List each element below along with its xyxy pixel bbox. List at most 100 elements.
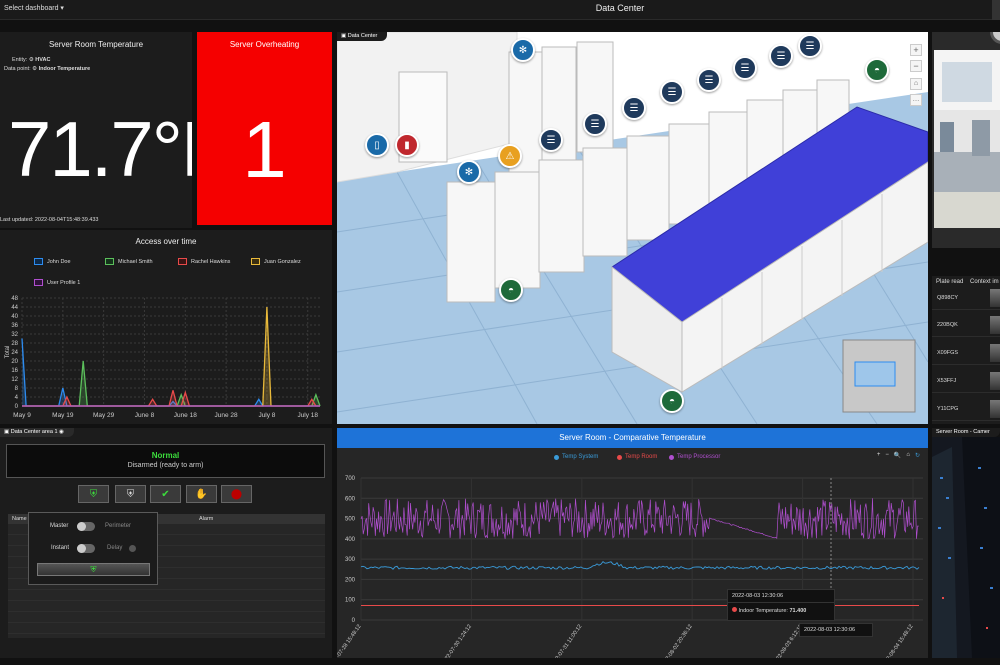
lpr-panel: Plate read Context im Q898CY 220BQK X09F… xyxy=(932,276,1000,424)
plate-value: 220BQK xyxy=(937,322,958,328)
overheating-count: 1 xyxy=(242,105,287,194)
more-button[interactable]: … xyxy=(910,94,922,106)
x-tick-label: June 8 xyxy=(135,412,155,419)
top-bar: Select dashboard ▾ Data Center xyxy=(0,0,1000,20)
shield-check-icon: ⛨ xyxy=(89,488,98,500)
y-tick-label: 32 xyxy=(11,332,18,338)
door-icon[interactable]: ▮ xyxy=(395,133,419,157)
access-reader-icon[interactable]: ▯ xyxy=(365,133,389,157)
siren-icon: ⬤ xyxy=(230,488,243,500)
server-icon[interactable]: ☰ xyxy=(539,128,563,152)
y-tick-label: 20 xyxy=(11,359,18,365)
tooltip-time: 2022-08-03 12:30:06 xyxy=(728,590,834,603)
y-tick-label: 700 xyxy=(345,476,356,482)
col-name: Name xyxy=(12,516,27,522)
overheating-title: Server Overheating xyxy=(229,40,300,49)
trigger-button[interactable]: ✋ xyxy=(186,485,217,503)
y-tick-label: 4 xyxy=(15,395,19,401)
server-icon[interactable]: ☰ xyxy=(697,68,721,92)
server-icon[interactable]: ☰ xyxy=(769,44,793,68)
hand-icon: ✋ xyxy=(195,488,208,500)
plate-value: X09FGS xyxy=(937,350,959,356)
x-tick-label: May 29 xyxy=(93,412,115,419)
status-label: Normal xyxy=(151,451,180,460)
series-line xyxy=(22,306,320,407)
camera-icon[interactable]: ◓ xyxy=(865,58,889,82)
server-icon[interactable]: ☰ xyxy=(798,34,822,58)
fan-icon[interactable]: ✻ xyxy=(457,160,481,184)
fan-icon[interactable]: ✻ xyxy=(511,38,535,62)
server-icon[interactable]: ☰ xyxy=(660,80,684,104)
camera-feed[interactable] xyxy=(932,32,1000,248)
zoom-in-button[interactable]: + xyxy=(910,44,922,56)
y-tick-label: 16 xyxy=(11,368,18,374)
x-tick-label: July 8 xyxy=(258,412,275,419)
confirm-arm-button[interactable]: ⛨ xyxy=(37,563,150,576)
camera2-tab[interactable]: Server Room - Camer xyxy=(932,428,1000,437)
area-icon: ▣ xyxy=(4,429,10,435)
intrusion-tab[interactable]: ▣ Data Center area 1 ◉ xyxy=(0,428,74,437)
y-tick-label: 8 xyxy=(15,386,19,392)
table-row[interactable]: Y11CPG xyxy=(932,398,1000,421)
y-tick-label: 12 xyxy=(11,377,18,383)
y-tick-label: 100 xyxy=(345,598,356,604)
plate-value: X53FFJ xyxy=(937,378,957,384)
table-row[interactable]: X53FFJ xyxy=(932,370,1000,393)
table-row[interactable]: 220BQK xyxy=(932,314,1000,337)
y-tick-label: 600 xyxy=(345,496,356,502)
server-icon[interactable]: ☰ xyxy=(733,56,757,80)
camera2-video xyxy=(932,437,1000,658)
context-image xyxy=(990,344,1000,362)
y-tick-label: 28 xyxy=(11,341,18,347)
master-toggle[interactable] xyxy=(77,522,95,531)
access-chart: 04812162024283236404448May 9 May 19 May 29… xyxy=(5,296,321,419)
series-area xyxy=(22,307,320,406)
window-control[interactable] xyxy=(992,0,1000,20)
context-image xyxy=(990,316,1000,334)
context-image xyxy=(990,400,1000,418)
eye-icon: ◉ xyxy=(59,429,64,435)
warning-icon[interactable]: ⚠ xyxy=(498,144,522,168)
hvac-icon: ⚙ xyxy=(28,57,34,63)
dashboard-title: Data Center xyxy=(595,3,645,13)
x-tick-label: May 9 xyxy=(13,412,31,419)
last-updated: Last updated: 2022-08-04T15:48:39.433 xyxy=(0,217,99,223)
disarm-button[interactable]: ✔ xyxy=(150,485,181,503)
x-tick-label: June 28 xyxy=(215,412,239,419)
camera-icon[interactable]: ◓ xyxy=(660,389,684,413)
delay-label: Delay xyxy=(107,545,123,551)
instant-toggle[interactable] xyxy=(77,544,95,553)
arm-master-button[interactable]: ⛨ xyxy=(78,485,109,503)
master-label: Master xyxy=(50,523,69,529)
perimeter-label: Perimeter xyxy=(105,523,132,529)
temperature-value: 71.7°F xyxy=(8,105,192,193)
entity-value: HVAC xyxy=(35,57,51,63)
alarm-button[interactable]: ⬤ xyxy=(221,485,252,503)
shield-icon: ⛨ xyxy=(126,488,135,500)
arm-perimeter-button[interactable]: ⛨ xyxy=(115,485,146,503)
context-image-header: Context im xyxy=(970,279,999,285)
map-tab-label: Data Center xyxy=(347,33,378,39)
arm-options-popup: Master Perimeter Instant Delay ⛨ xyxy=(28,512,158,585)
zoom-out-button[interactable]: − xyxy=(910,60,922,72)
map-tab[interactable]: ▣ Data Center xyxy=(337,32,388,41)
check-icon: ✔ xyxy=(161,488,170,500)
info-icon xyxy=(129,545,136,552)
datacenter-map[interactable]: ▣ Data Center + − ⌂ … ✻ ✻ ⚠ ▯ ▮ ☰ ☰ ☰ ☰ … xyxy=(337,32,928,424)
server-icon[interactable]: ☰ xyxy=(622,96,646,120)
camera2-tab-label: Server Room - Camer xyxy=(936,429,990,435)
table-row[interactable]: X09FGS xyxy=(932,342,1000,365)
y-tick-label: 400 xyxy=(345,537,356,543)
home-button[interactable]: ⌂ xyxy=(910,78,922,90)
context-image xyxy=(990,372,1000,390)
x-tick-label: 2022-07-30 1:24:12 xyxy=(441,624,473,658)
server-icon[interactable]: ☰ xyxy=(583,112,607,136)
camera-icon[interactable]: ◓ xyxy=(499,278,523,302)
overheating-tile[interactable]: Server Overheating 1 xyxy=(197,32,332,225)
x-tick-label: 2022-08-02 20:36:12 xyxy=(660,624,694,658)
tooltip-dot xyxy=(732,607,737,612)
table-row[interactable]: Q898CY xyxy=(932,287,1000,310)
y-tick-label: 48 xyxy=(11,296,18,302)
col-alarm: Alarm xyxy=(199,516,214,522)
server-room-camera[interactable]: Server Room - Camer xyxy=(932,428,1000,658)
